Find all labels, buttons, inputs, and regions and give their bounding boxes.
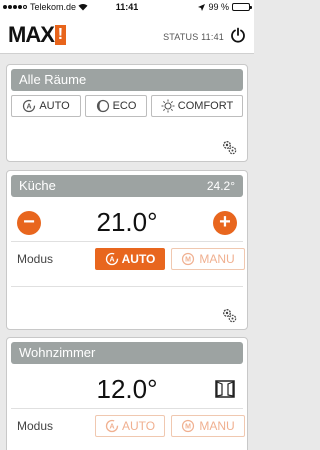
living-setpoint-row: 12.0° bbox=[7, 368, 247, 408]
window-open-icon bbox=[215, 380, 235, 398]
battery-info: 99 % bbox=[198, 2, 252, 12]
svg-text:A: A bbox=[109, 257, 114, 264]
kitchen-title: Küche 24.2° bbox=[11, 175, 243, 197]
kitchen-setpoint-row: − 21.0° + bbox=[7, 201, 247, 241]
max-logo: MAX! bbox=[8, 22, 66, 48]
manual-icon: M bbox=[182, 252, 195, 266]
moon-icon bbox=[96, 99, 109, 113]
svg-text:A: A bbox=[109, 424, 114, 431]
sun-icon bbox=[161, 99, 175, 113]
mode-label: Modus bbox=[17, 419, 54, 433]
increase-temp-button[interactable]: + bbox=[213, 211, 237, 235]
kitchen-setpoint: 21.0° bbox=[96, 207, 158, 237]
all-rooms-title: Alle Räume bbox=[11, 69, 243, 91]
auto-icon: A bbox=[23, 99, 36, 113]
auto-icon: A bbox=[105, 252, 118, 266]
manual-icon: M bbox=[182, 419, 195, 433]
kitchen-card: Küche 24.2° − 21.0° + Modus A AUTO M MAN… bbox=[6, 170, 248, 330]
all-comfort-button[interactable]: COMFORT bbox=[151, 95, 243, 117]
mode-label: Modus bbox=[17, 252, 54, 266]
svg-text:M: M bbox=[185, 424, 191, 431]
status-text: STATUS 11:41 bbox=[163, 32, 224, 42]
divider bbox=[11, 286, 243, 287]
all-eco-button[interactable]: ECO bbox=[85, 95, 147, 117]
kitchen-auto-button[interactable]: A AUTO bbox=[95, 248, 165, 270]
living-mode-row: Modus A AUTO M MANU bbox=[7, 409, 247, 443]
all-auto-button[interactable]: A AUTO bbox=[11, 95, 81, 117]
living-setpoint: 12.0° bbox=[96, 374, 158, 404]
power-icon[interactable] bbox=[230, 27, 246, 43]
location-icon bbox=[198, 3, 206, 11]
svg-text:M: M bbox=[185, 257, 191, 264]
all-rooms-modes: A AUTO ECO COMFORT bbox=[7, 95, 247, 117]
living-room-title: Wohnzimmer bbox=[11, 342, 243, 364]
kitchen-manu-button[interactable]: M MANU bbox=[171, 248, 245, 270]
settings-gear-icon[interactable] bbox=[221, 307, 237, 323]
all-rooms-card: Alle Räume A AUTO ECO COMFORT bbox=[6, 64, 248, 162]
kitchen-mode-row: Modus A AUTO M MANU bbox=[7, 242, 247, 276]
status-bar: Telekom.de 11:41 99 % bbox=[0, 0, 254, 14]
battery-percent: 99 % bbox=[208, 2, 229, 12]
settings-gear-icon[interactable] bbox=[221, 139, 237, 155]
battery-icon bbox=[232, 3, 252, 11]
kitchen-current-temp: 24.2° bbox=[206, 179, 235, 193]
living-manu-button[interactable]: M MANU bbox=[171, 415, 245, 437]
living-room-card: Wohnzimmer 12.0° Modus A AUTO M MANU bbox=[6, 337, 248, 450]
svg-text:A: A bbox=[27, 104, 32, 111]
living-auto-button[interactable]: A AUTO bbox=[95, 415, 165, 437]
auto-icon: A bbox=[105, 419, 119, 433]
app-header: MAX! STATUS 11:41 bbox=[0, 14, 254, 54]
